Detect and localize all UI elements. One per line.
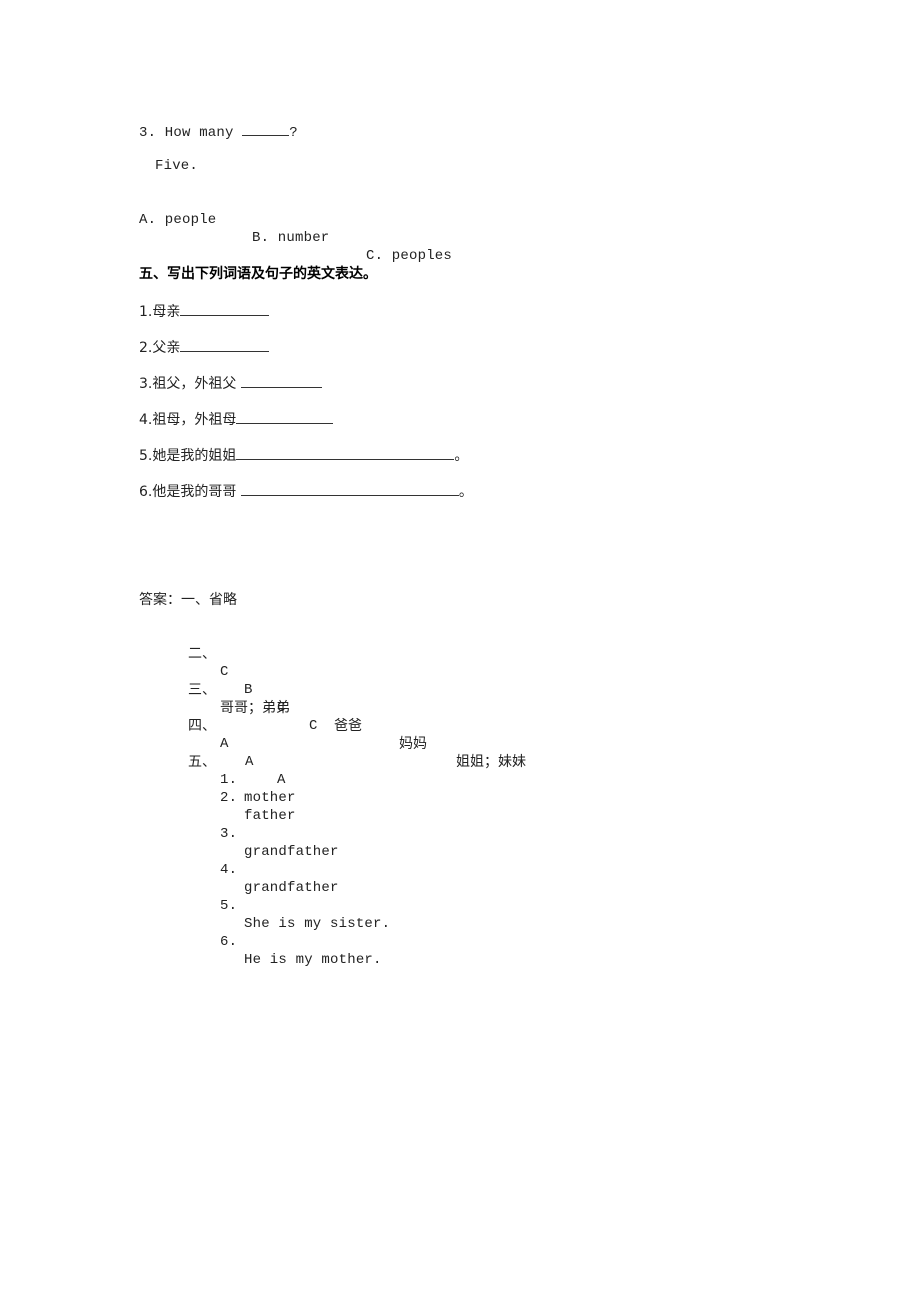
question-3-prompt: 3. How many ? [139, 121, 298, 142]
answer-num: 3. [220, 826, 238, 842]
answer-text: father [244, 808, 296, 824]
answers-part-5-item-6: 6. He is my mother. [220, 915, 381, 969]
section-5-item-1: 1.母亲 [139, 301, 270, 321]
section-5-item-5: 5.她是我的姐姐 。 [139, 445, 468, 465]
answers-title: 答案： [139, 592, 181, 608]
part-label: 五、 [188, 754, 216, 770]
answer-value: 妈妈 [399, 736, 427, 752]
answer-blank [240, 373, 322, 388]
answer-value: 哥哥；弟弟 [220, 700, 290, 716]
answer-value: A [220, 736, 229, 752]
item-label: 4.祖母，外祖母 [139, 412, 237, 428]
option-a: A. people [139, 212, 217, 228]
item-suffix: 。 [454, 448, 469, 464]
question-3-suffix: ? [289, 125, 298, 141]
answer-value: 爸爸 [334, 718, 362, 734]
option-c: C. peoples [366, 248, 453, 264]
question-3-answer-line: Five. [155, 158, 199, 174]
section-5-item-2: 2.父亲 [139, 337, 270, 357]
section-5-item-6: 6.他是我的哥哥 。 [139, 481, 473, 501]
answer-text: mother [244, 790, 296, 806]
answers-part-1: 答案：一、省略 [139, 591, 237, 609]
answer-value: C [220, 664, 229, 680]
answer-num: 2. [220, 790, 238, 806]
item-label: 3.祖父，外祖父 [139, 376, 241, 392]
question-3-prefix: 3. How many [139, 125, 243, 141]
part-label: 一、 [181, 592, 209, 608]
part-label: 三、 [188, 682, 216, 698]
part-label: 二、 [188, 646, 216, 662]
answer-text: grandfather [244, 880, 339, 896]
answer-text: grandfather [244, 844, 339, 860]
answer-blank [236, 409, 334, 424]
item-label: 1.母亲 [139, 304, 181, 320]
part-label: 四、 [188, 718, 216, 734]
option-b: B. number [252, 230, 330, 246]
section-5-item-3: 3.祖父，外祖父 [139, 373, 322, 393]
answer-value: A [245, 754, 254, 770]
item-label: 5.她是我的姐姐 [139, 448, 237, 464]
part-text: 省略 [209, 592, 237, 608]
answer-value: C [309, 718, 318, 734]
section-5-item-4: 4.祖母，外祖母 [139, 409, 334, 429]
answer-blank [180, 337, 270, 352]
answer-num: 4. [220, 862, 238, 878]
section-5-heading: 五、写出下列词语及句子的英文表达。 [139, 266, 377, 282]
answer-value: B [244, 682, 253, 698]
item-label: 2.父亲 [139, 340, 181, 356]
answer-blank [236, 445, 455, 460]
answer-blank [240, 481, 459, 496]
item-label: 6.他是我的哥哥 [139, 484, 241, 500]
answer-num: 5. [220, 898, 238, 914]
answer-text: He is my mother. [244, 952, 382, 968]
answer-text: She is my sister. [244, 916, 391, 932]
item-suffix: 。 [458, 484, 473, 500]
answers-part-5: 五、 1. mother [188, 735, 295, 807]
answer-blank [180, 301, 270, 316]
answer-value: 姐姐；妹妹 [456, 754, 526, 770]
question-3-options: A. people B. number C. peoples [139, 193, 452, 265]
answer-value: A [277, 772, 286, 788]
answer-num: 6. [220, 934, 238, 950]
question-3-blank [242, 121, 290, 136]
